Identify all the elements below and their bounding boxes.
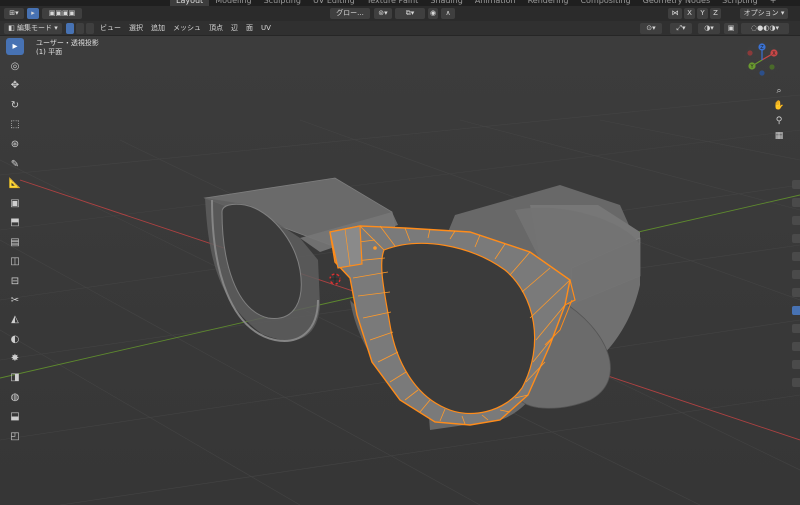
falloff-icon[interactable]: ∧ <box>441 8 455 19</box>
viewport-header: ◧ 編集モード ▾ ビュー 選択 追加 メッシュ 頂点辺面 UV ⊙▾ ⤢▾ ◑▾ ▣ ◌… <box>0 21 800 36</box>
zoom-icon[interactable]: ⌕ <box>772 84 786 98</box>
mirror-icon: ⋈ <box>668 8 682 19</box>
object-name: (1) 平面 <box>36 48 63 56</box>
camera-icon[interactable]: ⚲ <box>772 114 786 128</box>
origin-dot <box>373 246 377 250</box>
rip-tool-icon[interactable]: ◰ <box>6 428 24 445</box>
select-mode-icon[interactable]: ▸ <box>27 8 39 19</box>
extrude-tool-icon[interactable]: ⬒ <box>6 214 24 231</box>
overlay-toggle-icon[interactable]: ◑▾ <box>698 22 720 34</box>
header-menus: ビュー 選択 追加 メッシュ 頂点辺面 UV <box>100 21 271 35</box>
gizmo-toggle-icon[interactable]: ⤢▾ <box>670 22 692 34</box>
tool-tab-icon[interactable] <box>792 180 800 189</box>
shrink-fatten-tool-icon[interactable]: ◍ <box>6 389 24 406</box>
header-menu-item[interactable]: ビュー <box>100 21 121 35</box>
face-select-icon[interactable] <box>86 22 94 34</box>
header-menu-item[interactable]: 選択 <box>129 21 143 35</box>
modifier-tab-icon[interactable] <box>792 306 800 315</box>
object-tab-icon[interactable] <box>792 288 800 297</box>
material-tab-icon[interactable] <box>792 378 800 387</box>
3d-viewport[interactable] <box>0 36 800 505</box>
gizmo-neg-x[interactable] <box>747 50 753 56</box>
render-tab-icon[interactable] <box>792 198 800 207</box>
rotate-tool-icon[interactable]: ↻ <box>6 97 24 114</box>
orientation-label: グロー... <box>336 9 364 17</box>
output-tab-icon[interactable] <box>792 216 800 225</box>
header-menu-item[interactable]: 面 <box>246 21 253 35</box>
spin-tool-icon[interactable]: ◐ <box>6 331 24 348</box>
transform-orientation-dropdown[interactable]: グロー... <box>330 8 370 19</box>
properties-tab-strip <box>792 180 800 420</box>
proportional-edit-icon[interactable]: ◉ <box>428 8 438 19</box>
viewport-header-top: ⊞▾ ▸ ▣▣▣▣ グロー... ⊚▾ ⧉▾ ◉ ∧ ⋈ X Y Z オプション… <box>0 6 800 21</box>
scene-tab-icon[interactable] <box>792 252 800 261</box>
navigation-gizmo[interactable]: X Z Y <box>742 40 782 80</box>
shading-modes-button[interactable]: ◌●◐◑▾ <box>741 22 789 34</box>
axis-x-toggle[interactable]: X <box>684 8 695 19</box>
pivot-icon[interactable]: ⊚▾ <box>374 8 392 19</box>
snap-button[interactable]: ⧉▾ <box>395 8 425 19</box>
axis-y-toggle[interactable]: Y <box>697 8 708 19</box>
constraints-tab-icon[interactable] <box>792 360 800 369</box>
edge-select-icon[interactable] <box>76 22 84 34</box>
edge-slide-tool-icon[interactable]: ◨ <box>6 369 24 386</box>
vertex-select-icon[interactable] <box>66 22 74 34</box>
tool-shelf: ▸ ◎ ✥ ↻ ⬚ ⊛ ✎ 📐 ▣ ⬒ ▤ ◫ ⊟ ✂ ◭ ◐ ✸ ◨ ◍ ⬓ ◰ <box>4 38 26 447</box>
selection-modes-button[interactable]: ▣▣▣▣ <box>42 8 82 19</box>
header-menu-item[interactable]: メッシュ <box>173 21 201 35</box>
gizmo-neg-z[interactable] <box>759 70 765 76</box>
gizmo-neg-y[interactable] <box>769 64 775 70</box>
inset-tool-icon[interactable]: ▤ <box>6 234 24 251</box>
smooth-tool-icon[interactable]: ✸ <box>6 350 24 367</box>
svg-text:X: X <box>772 51 776 57</box>
poly-build-tool-icon[interactable]: ◭ <box>6 311 24 328</box>
knife-tool-icon[interactable]: ✂ <box>6 292 24 309</box>
hand-pan-icon[interactable]: ✋ <box>772 99 786 113</box>
view-layer-tab-icon[interactable] <box>792 234 800 243</box>
transform-tool-icon[interactable]: ⊛ <box>6 136 24 153</box>
cursor-tool-icon[interactable]: ◎ <box>6 58 24 75</box>
header-menu-item[interactable]: 辺 <box>231 21 238 35</box>
add-cube-tool-icon[interactable]: ▣ <box>6 195 24 212</box>
grid-view-icon[interactable]: ▦ <box>772 129 786 143</box>
particles-tab-icon[interactable] <box>792 324 800 333</box>
view-name: ユーザー・透視投影 <box>36 39 99 47</box>
view-object-types-icon[interactable]: ⊙▾ <box>640 22 662 34</box>
header-menu-item[interactable]: UV <box>261 21 271 35</box>
svg-text:Z: Z <box>760 45 764 51</box>
header-menu-item[interactable]: 頂点 <box>209 21 223 35</box>
measure-tool-icon[interactable]: 📐 <box>6 175 24 192</box>
select-box-tool-icon[interactable]: ▸ <box>6 38 24 55</box>
viewport-overlay-text: ユーザー・透視投影 (1) 平面 <box>36 39 99 57</box>
bevel-tool-icon[interactable]: ◫ <box>6 253 24 270</box>
xray-toggle-icon[interactable]: ▣ <box>724 22 738 34</box>
loop-cut-tool-icon[interactable]: ⊟ <box>6 273 24 290</box>
world-tab-icon[interactable] <box>792 270 800 279</box>
header-menu-item[interactable]: 追加 <box>151 21 165 35</box>
shear-tool-icon[interactable]: ⬓ <box>6 408 24 425</box>
physics-tab-icon[interactable] <box>792 342 800 351</box>
options-dropdown[interactable]: オプション ▾ <box>740 8 788 19</box>
editor-type-button[interactable]: ⊞▾ <box>4 8 24 19</box>
annotate-tool-icon[interactable]: ✎ <box>6 156 24 173</box>
move-tool-icon[interactable]: ✥ <box>6 77 24 94</box>
axis-z-toggle[interactable]: Z <box>710 8 721 19</box>
scale-tool-icon[interactable]: ⬚ <box>6 116 24 133</box>
mode-dropdown[interactable]: ◧ 編集モード ▾ <box>4 22 62 34</box>
